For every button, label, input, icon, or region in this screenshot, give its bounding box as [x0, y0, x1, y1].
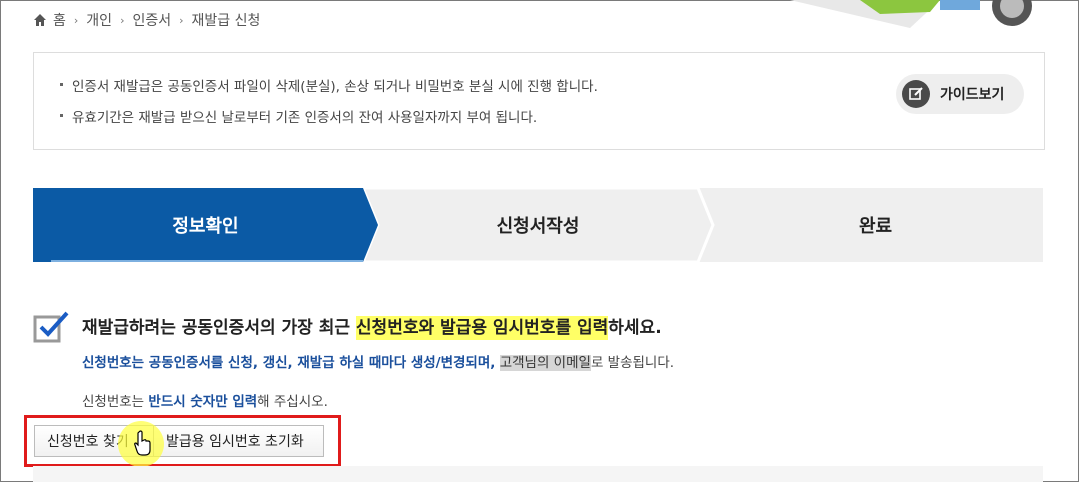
- checkbox-check-icon: [33, 311, 69, 343]
- hand-cursor-icon: [134, 430, 151, 456]
- progress-steps: 정보확인 신청서작성 완료: [33, 188, 1043, 262]
- chevron-right-icon: ›: [179, 13, 184, 27]
- instruction-line2-end: 해 주십시오.: [257, 394, 328, 410]
- chevron-right-icon: ›: [73, 13, 79, 27]
- guide-button[interactable]: 가이드보기: [896, 74, 1024, 114]
- instruction-line-2: 신청번호는 반드시 숫자만 입력해 주십시오.: [82, 390, 328, 410]
- instruction-title: 재발급하려는 공동인증서의 가장 최근 신청번호와 발급용 임시번호를 입력하세…: [82, 313, 662, 340]
- step-complete: 완료: [858, 216, 893, 237]
- instruction-title-text: 재발급하려는 공동인증서의 가장 최근: [82, 318, 356, 338]
- instruction-line1-end: 로 발송됩니다.: [590, 355, 675, 371]
- email-highlight: 고객님의 이메일: [499, 355, 591, 371]
- bottom-band: [33, 466, 1043, 482]
- edit-guide-icon: [902, 80, 930, 108]
- banner-illustration: [790, 0, 1050, 32]
- notice-item: 인증서 재발급은 공동인증서 파일이 삭제(분실), 손상 되거나 비밀번호 분…: [60, 75, 598, 95]
- chevron-right-icon: ›: [120, 13, 125, 27]
- numbers-only-text: 반드시 숫자만 입력: [148, 394, 258, 410]
- breadcrumb-certificate[interactable]: 인증서: [132, 10, 171, 30]
- breadcrumb-personal[interactable]: 개인: [86, 10, 112, 30]
- home-icon[interactable]: [33, 13, 47, 27]
- breadcrumb: 홈 › 개인 › 인증서 › 재발급 신청: [33, 10, 260, 30]
- annotation-highlight-box: [24, 415, 341, 467]
- guide-button-label: 가이드보기: [940, 87, 1005, 103]
- instruction-title-highlight: 신청번호와 발급용 임시번호를 입력: [355, 316, 609, 340]
- instruction-title-end: 하세요.: [608, 318, 662, 338]
- breadcrumb-reissue: 재발급 신청: [191, 13, 261, 29]
- notice-item: 유효기간은 재발급 받으신 날로부터 기존 인증서의 잔여 사용일자까지 부여 …: [60, 106, 598, 126]
- step-application-form: 신청서작성: [496, 216, 580, 237]
- instruction-line2-start: 신청번호는: [82, 394, 149, 410]
- step-info-check: 정보확인: [172, 216, 239, 237]
- instruction-blue-text: 신청번호는 공동인증서를 신청, 갱신, 재발급 하실 때마다 생성/변경되며,: [82, 355, 496, 371]
- instruction-line-1: 신청번호는 공동인증서를 신청, 갱신, 재발급 하실 때마다 생성/변경되며,…: [82, 351, 674, 371]
- notice-box: 인증서 재발급은 공동인증서 파일이 삭제(분실), 손상 되거나 비밀번호 분…: [33, 52, 1045, 150]
- breadcrumb-home[interactable]: 홈: [53, 10, 66, 30]
